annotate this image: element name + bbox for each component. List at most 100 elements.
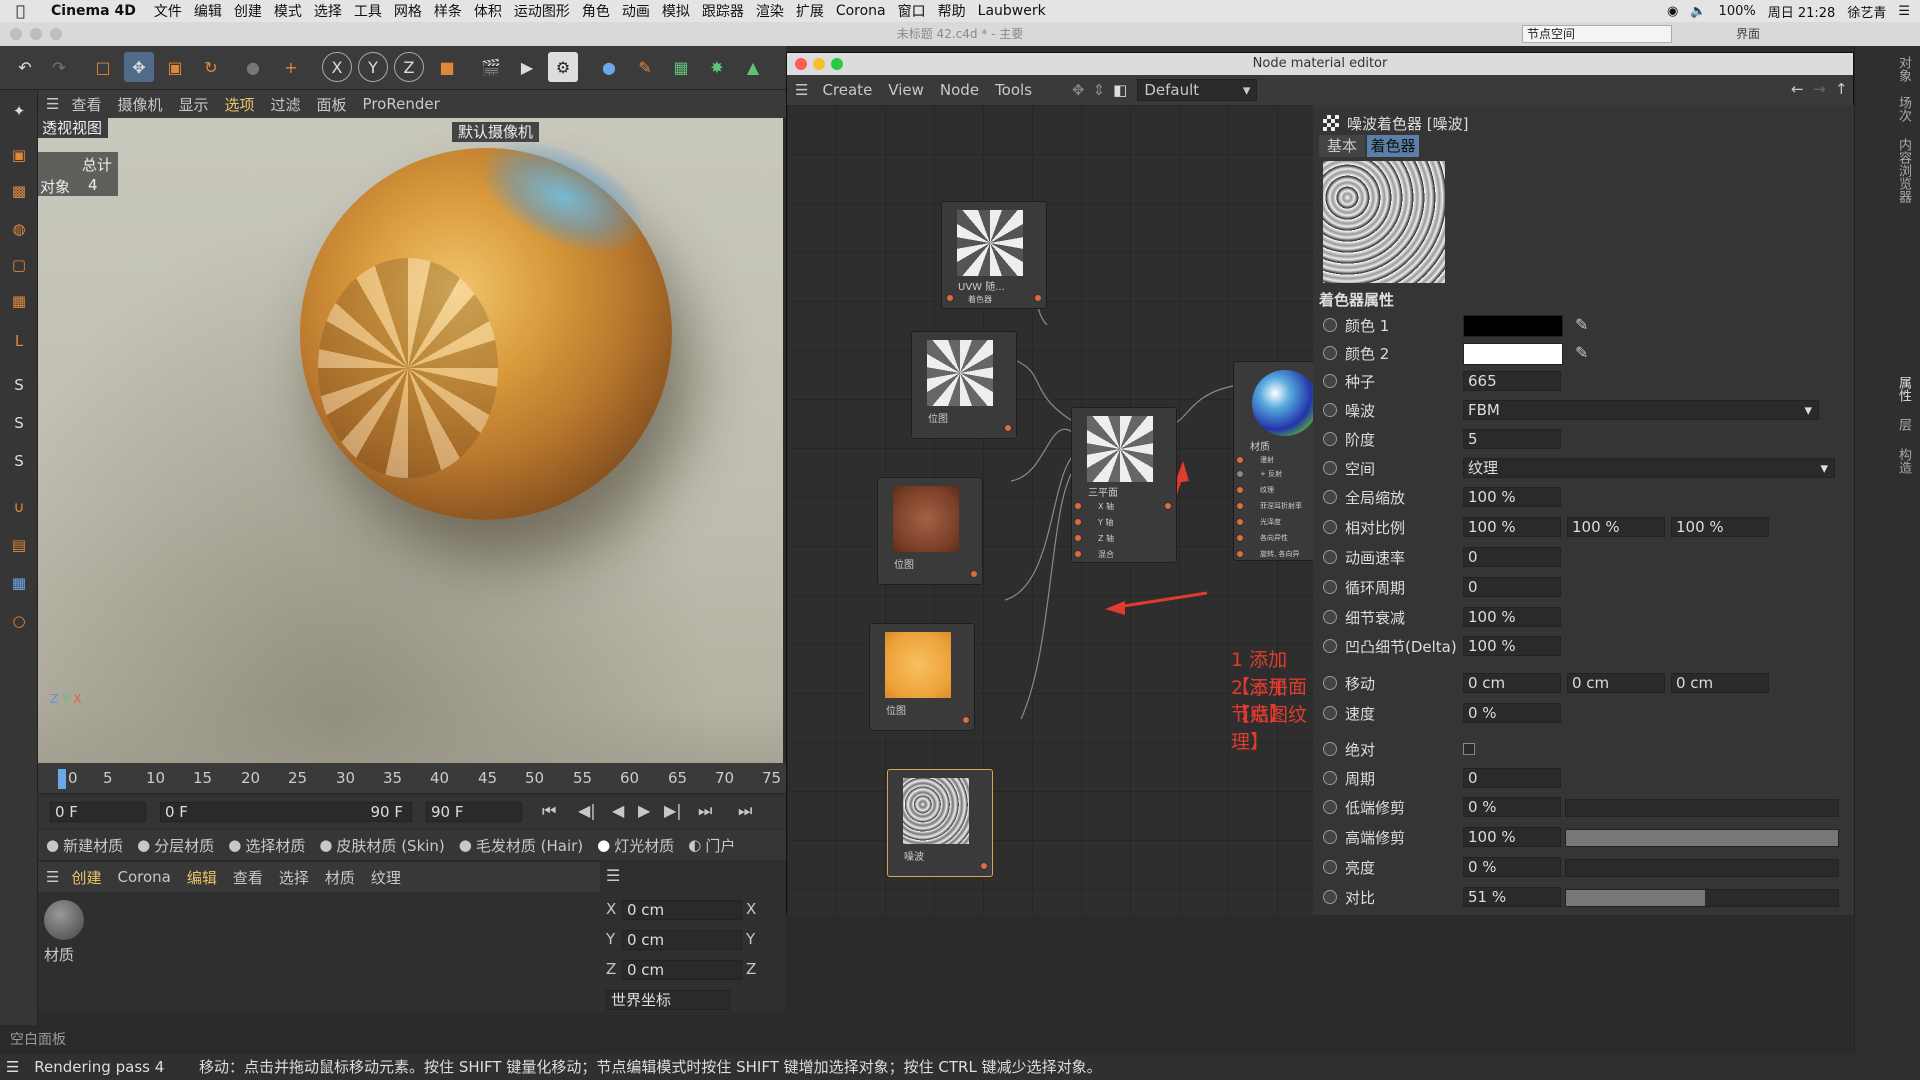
- mat-menu-texture[interactable]: 纹理: [371, 867, 401, 888]
- snap-icon[interactable]: S: [4, 370, 34, 400]
- node-bitmap-1[interactable]: 位图: [911, 331, 1017, 439]
- relative-scale-y[interactable]: 100 %: [1567, 517, 1665, 537]
- node-uvw-random[interactable]: UVW 随... 着色器: [941, 201, 1047, 309]
- tab-content-browser[interactable]: 内容浏览器: [1891, 138, 1913, 203]
- mat-menu-material[interactable]: 材质: [325, 867, 355, 888]
- tab-objects[interactable]: 对象: [1891, 56, 1913, 82]
- selection-material-button[interactable]: 选择材质: [245, 835, 305, 856]
- anim-dot[interactable]: [1323, 318, 1337, 332]
- delta-field[interactable]: 100 %: [1463, 636, 1561, 656]
- menu-help[interactable]: 帮助: [938, 1, 966, 21]
- z-axis-icon[interactable]: Z: [394, 52, 424, 82]
- playhead[interactable]: [58, 769, 66, 789]
- prev-key-icon[interactable]: ◀|: [578, 801, 596, 820]
- high-clip-field[interactable]: 100 %: [1463, 827, 1561, 847]
- select-icon[interactable]: □: [88, 52, 118, 82]
- coord-y-field[interactable]: 0 cm: [622, 930, 742, 950]
- y-axis-icon[interactable]: Y: [358, 52, 388, 82]
- anim-dot[interactable]: [1323, 610, 1337, 624]
- mograph-icon[interactable]: ▲: [738, 52, 768, 82]
- user-name[interactable]: 徐艺青: [1847, 2, 1886, 21]
- brightness-slider[interactable]: [1565, 859, 1839, 877]
- viewport-menu-icon[interactable]: ☰: [46, 95, 59, 113]
- axis-mode-icon[interactable]: L: [4, 326, 34, 356]
- portal-material-button[interactable]: 门户: [705, 835, 735, 856]
- edges-mode-icon[interactable]: ▢: [4, 250, 34, 280]
- light-material-button[interactable]: 灯光材质: [614, 835, 674, 856]
- uvw-output-port[interactable]: [1034, 294, 1042, 302]
- app-name[interactable]: Cinema 4D: [51, 3, 136, 19]
- move-x[interactable]: 0 cm: [1463, 673, 1561, 693]
- play-icon[interactable]: ▶: [638, 801, 650, 820]
- anim-dot[interactable]: [1323, 550, 1337, 564]
- volume-icon[interactable]: 🔈: [1690, 4, 1706, 19]
- anim-dot[interactable]: [1323, 860, 1337, 874]
- anim-dot[interactable]: [1323, 800, 1337, 814]
- menu-animate[interactable]: 动画: [622, 1, 650, 21]
- menu-select[interactable]: 选择: [314, 1, 342, 21]
- absolute-checkbox[interactable]: [1463, 743, 1475, 755]
- color2-swatch[interactable]: [1463, 343, 1563, 365]
- menu-render[interactable]: 渲染: [756, 1, 784, 21]
- bitmap-3-output-port[interactable]: [962, 716, 970, 724]
- low-clip-slider[interactable]: [1565, 799, 1839, 817]
- menu-list-icon[interactable]: ☰: [1898, 4, 1910, 19]
- tab-structure[interactable]: 构造: [1891, 448, 1913, 474]
- coords-menu-icon[interactable]: ☰: [606, 866, 620, 885]
- battery-percent[interactable]: 100%: [1719, 4, 1756, 19]
- anim-dot[interactable]: [1323, 890, 1337, 904]
- rotate-icon[interactable]: ↻: [196, 52, 226, 82]
- material-name[interactable]: 材质: [44, 944, 74, 965]
- coord-z-field[interactable]: 0 cm: [622, 960, 742, 980]
- tab-shader[interactable]: 着色器: [1367, 135, 1419, 157]
- move-icon[interactable]: ✥: [124, 52, 154, 82]
- menu-corona[interactable]: Corona: [836, 3, 886, 19]
- coord-system-icon[interactable]: ■: [432, 52, 462, 82]
- current-frame-field[interactable]: 0 F: [50, 802, 146, 822]
- speed-field[interactable]: 0 %: [1463, 703, 1561, 723]
- node-bitmap-2[interactable]: 位图: [877, 477, 983, 585]
- material-reflect-port[interactable]: [1236, 470, 1244, 478]
- detail-field[interactable]: 100 %: [1463, 607, 1561, 627]
- anim-dot[interactable]: [1323, 580, 1337, 594]
- viewport-menu-camera[interactable]: 摄像机: [117, 94, 162, 115]
- viewport-menu-view[interactable]: 查看: [71, 94, 101, 115]
- move-y[interactable]: 0 cm: [1567, 673, 1665, 693]
- menu-volume[interactable]: 体积: [474, 1, 502, 21]
- viewport-menu-panel[interactable]: 面板: [317, 94, 347, 115]
- menu-edit[interactable]: 编辑: [194, 1, 222, 21]
- viewport-menu-prorender[interactable]: ProRender: [363, 95, 440, 113]
- relative-scale-x[interactable]: 100 %: [1463, 517, 1561, 537]
- forward-arrow-icon[interactable]: →: [1813, 80, 1826, 98]
- zoom-icon[interactable]: [50, 28, 62, 40]
- undo-icon[interactable]: ↶: [10, 52, 40, 82]
- layered-material-button[interactable]: 分层材质: [154, 835, 214, 856]
- menu-mesh[interactable]: 网格: [394, 1, 422, 21]
- contrast-field[interactable]: 51 %: [1463, 887, 1561, 907]
- node-canvas[interactable]: UVW 随... 着色器 位图 位图 位图 噪波 三平面 X 轴 Y 轴 Z 轴…: [787, 105, 1313, 915]
- contrast-slider[interactable]: [1565, 889, 1839, 907]
- color1-swatch[interactable]: [1463, 315, 1563, 337]
- menu-mode[interactable]: 模式: [274, 1, 302, 21]
- anim-dot[interactable]: [1323, 432, 1337, 446]
- render-region-icon[interactable]: 🎬: [476, 52, 506, 82]
- texture-mode-icon[interactable]: ▩: [4, 176, 34, 206]
- uvw-input-port[interactable]: [946, 294, 954, 302]
- anim-dot[interactable]: [1323, 830, 1337, 844]
- tab-layers[interactable]: 层: [1891, 418, 1913, 431]
- next-key-icon[interactable]: ⏭: [698, 801, 712, 821]
- live-select-icon[interactable]: ●: [238, 52, 268, 82]
- anim-dot[interactable]: [1323, 346, 1337, 360]
- wifi-icon[interactable]: ◉: [1667, 4, 1678, 19]
- sphere-icon[interactable]: ●: [594, 52, 624, 82]
- node-minimize-icon[interactable]: [813, 58, 825, 70]
- noise-type-select[interactable]: FBM ▾: [1463, 400, 1819, 420]
- triplanar-output-port[interactable]: [1164, 502, 1172, 510]
- anim-dot[interactable]: [1323, 742, 1337, 756]
- menu-file[interactable]: 文件: [154, 1, 182, 21]
- go-end-icon[interactable]: ⏭: [738, 801, 752, 821]
- menu-extensions[interactable]: 扩展: [796, 1, 824, 21]
- material-rotation-port[interactable]: [1236, 550, 1244, 558]
- space-select[interactable]: 纹理 ▾: [1463, 458, 1835, 478]
- triplanar-blend-port[interactable]: [1074, 550, 1082, 558]
